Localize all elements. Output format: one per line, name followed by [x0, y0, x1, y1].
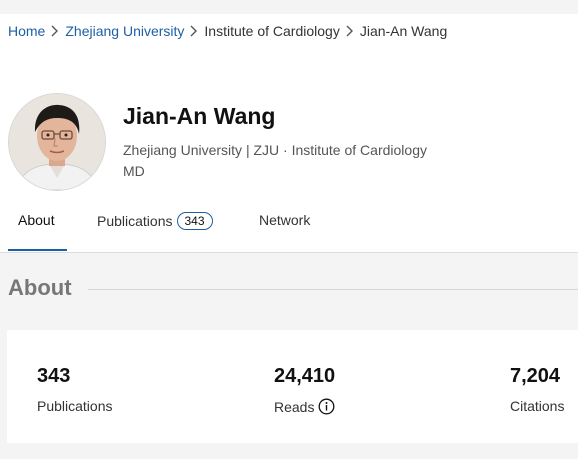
avatar: [8, 93, 106, 191]
stat-reads: 24,410 Reads: [274, 364, 335, 415]
profile-tabs: About Publications 343 Network: [0, 206, 578, 252]
chevron-right-icon: [190, 25, 198, 37]
profile-affiliation: Zhejiang University | ZJU · Institute of…: [123, 142, 427, 158]
breadcrumb: Home Zhejiang University Institute of Ca…: [8, 22, 447, 40]
chevron-right-icon: [51, 25, 59, 37]
stat-citations-value: 7,204: [510, 365, 561, 387]
breadcrumb-current: Jian-An Wang: [359, 23, 448, 39]
stat-citations: 7,204 Citations: [510, 364, 564, 414]
breadcrumb-department: Institute of Cardiology: [204, 23, 340, 39]
about-section-title: About: [8, 275, 72, 300]
tab-about-label: About: [18, 212, 55, 228]
tab-about[interactable]: About: [18, 212, 55, 228]
chevron-right-icon: [346, 25, 353, 37]
stat-reads-label: Reads: [274, 398, 315, 415]
tab-publications-label: Publications: [97, 213, 173, 229]
profile-degree: MD: [123, 163, 145, 179]
stat-publications-label: Publications: [37, 398, 113, 414]
stat-publications-value: 343: [37, 365, 71, 387]
breadcrumb-home-link[interactable]: Home: [8, 22, 45, 40]
publications-count-badge: 343: [176, 212, 213, 230]
info-icon[interactable]: [318, 398, 335, 415]
section-divider: [88, 289, 578, 290]
active-tab-indicator: [8, 249, 67, 251]
stats-card: 343 Publications 24,410 Reads 7,204 Cita…: [7, 330, 578, 443]
tab-network[interactable]: Network: [259, 212, 310, 228]
tab-network-label: Network: [259, 212, 311, 228]
stat-citations-label: Citations: [510, 398, 565, 414]
profile-name: Jian-An Wang: [123, 103, 276, 129]
breadcrumb-university-link[interactable]: Zhejiang University: [65, 22, 184, 40]
tab-publications[interactable]: Publications 343: [97, 212, 213, 230]
stat-publications: 343 Publications: [37, 364, 113, 414]
stat-reads-value: 24,410: [274, 365, 336, 387]
profile-photo: [9, 94, 105, 190]
